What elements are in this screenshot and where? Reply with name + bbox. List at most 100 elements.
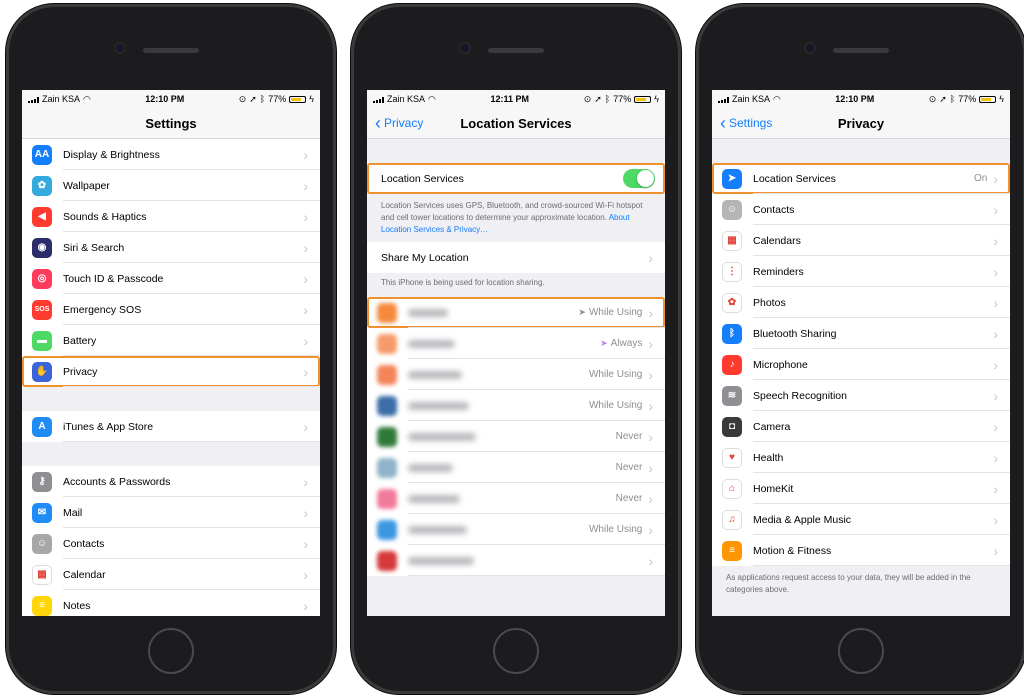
app-location-row[interactable]: ➤ Always › bbox=[367, 328, 665, 359]
row-speech-recognition[interactable]: ≋ Speech Recognition › bbox=[712, 380, 1010, 411]
privacy-footer: As applications request access to your d… bbox=[726, 573, 971, 594]
row-microphone[interactable]: ♪ Microphone › bbox=[712, 349, 1010, 380]
group-gap bbox=[22, 387, 320, 411]
battery-percent: 77% bbox=[613, 94, 632, 104]
clock: 12:11 PM bbox=[490, 94, 530, 104]
row-bluetooth-sharing[interactable]: ᛒ Bluetooth Sharing › bbox=[712, 318, 1010, 349]
app-location-row[interactable]: While Using › bbox=[367, 390, 665, 421]
row-photos[interactable]: ✿ Photos › bbox=[712, 287, 1010, 318]
sound-icon: ◀ bbox=[32, 206, 52, 227]
row-calendars[interactable]: ▦ Calendars › bbox=[712, 225, 1010, 256]
front-camera bbox=[461, 44, 469, 52]
app-icon bbox=[377, 457, 397, 478]
row-accounts-and-passwords[interactable]: ⚷ Accounts & Passwords › bbox=[22, 466, 320, 497]
row-privacy[interactable]: ✋ Privacy › bbox=[22, 356, 320, 387]
row-battery[interactable]: ▬ Battery › bbox=[22, 325, 320, 356]
app-location-row[interactable]: While Using › bbox=[367, 359, 665, 390]
status-bar: Zain KSA ◠ 12:10 PM ⊙ ➚ ᛒ 77% ϟ bbox=[712, 90, 1010, 108]
hand-icon: ✋ bbox=[32, 361, 52, 382]
app-name-blurred bbox=[408, 432, 476, 441]
row-label: Calendars bbox=[753, 234, 801, 247]
page-title: Settings bbox=[145, 115, 197, 131]
back-label: Privacy bbox=[384, 116, 424, 130]
home-button[interactable] bbox=[148, 628, 194, 674]
row-separator bbox=[63, 386, 320, 387]
app-location-row[interactable]: › bbox=[367, 545, 665, 576]
row-reminders[interactable]: ⋮ Reminders › bbox=[712, 256, 1010, 287]
row-homekit[interactable]: ⌂ HomeKit › bbox=[712, 473, 1010, 504]
row-label: Reminders bbox=[753, 265, 804, 278]
front-camera bbox=[116, 44, 124, 52]
row-touch-id-and-passcode[interactable]: ◎ Touch ID & Passcode › bbox=[22, 263, 320, 294]
row-media-and-apple-music[interactable]: ♫ Media & Apple Music › bbox=[712, 504, 1010, 535]
row-health[interactable]: ♥ Health › bbox=[712, 442, 1010, 473]
app-location-row[interactable]: Never › bbox=[367, 452, 665, 483]
microphone-icon: ♪ bbox=[722, 354, 742, 375]
row-calendar[interactable]: ▦ Calendar › bbox=[22, 559, 320, 590]
home-button[interactable] bbox=[838, 628, 884, 674]
chevron-right-icon: › bbox=[993, 418, 998, 435]
app-location-row[interactable]: ➤ While Using › bbox=[367, 297, 665, 328]
signal-icon bbox=[718, 96, 729, 103]
privacy-screen: Zain KSA ◠ 12:10 PM ⊙ ➚ ᛒ 77% ϟ ‹ Settings Pri… bbox=[712, 90, 1010, 616]
home-icon: ⌂ bbox=[722, 478, 742, 499]
row-notes[interactable]: ≡ Notes › bbox=[22, 590, 320, 616]
chevron-right-icon: › bbox=[993, 511, 998, 528]
wifi-icon: ◠ bbox=[83, 93, 91, 104]
nav-bar: ‹ Privacy Location Services bbox=[367, 108, 665, 139]
row-emergency-sos[interactable]: SOS Emergency SOS › bbox=[22, 294, 320, 325]
row-motion-and-fitness[interactable]: ≡ Motion & Fitness › bbox=[712, 535, 1010, 566]
app-name-blurred bbox=[408, 308, 448, 317]
row-label: Siri & Search bbox=[63, 241, 125, 254]
app-icon bbox=[377, 364, 397, 385]
home-button[interactable] bbox=[493, 628, 539, 674]
bluetooth-icon: ᛒ bbox=[949, 94, 956, 104]
permission-value: Never bbox=[615, 493, 643, 504]
chevron-right-icon: › bbox=[648, 397, 653, 414]
calendar-icon: ▦ bbox=[722, 230, 742, 251]
location-services-switch[interactable] bbox=[623, 169, 655, 188]
back-button[interactable]: ‹ Settings bbox=[720, 108, 772, 138]
location-arrow-icon: ➚ bbox=[939, 93, 947, 104]
signal-icon bbox=[28, 96, 39, 103]
chevron-right-icon: › bbox=[303, 418, 308, 435]
row-camera[interactable]: ◘ Camera › bbox=[712, 411, 1010, 442]
chevron-left-icon: ‹ bbox=[720, 113, 726, 133]
row-location-services[interactable]: ➤ Location Services On › bbox=[712, 163, 1010, 194]
calendar-icon: ▦ bbox=[32, 564, 52, 585]
chevron-right-icon: › bbox=[648, 249, 653, 266]
row-wallpaper[interactable]: ✿ Wallpaper › bbox=[22, 170, 320, 201]
row-itunes-and-app-store[interactable]: AiTunes & App Store › bbox=[22, 411, 320, 442]
location-arrow-icon: ➚ bbox=[594, 93, 602, 104]
row-contacts[interactable]: ☺ Contacts › bbox=[712, 194, 1010, 225]
row-display-and-brightness[interactable]: AA Display & Brightness › bbox=[22, 139, 320, 170]
row-separator bbox=[753, 565, 1010, 566]
row-siri-and-search[interactable]: ◉ Siri & Search › bbox=[22, 232, 320, 263]
chevron-right-icon: › bbox=[648, 304, 653, 321]
row-label: Microphone bbox=[753, 358, 808, 371]
share-my-location-row[interactable]: Share My Location › bbox=[367, 242, 665, 273]
app-location-row[interactable]: Never › bbox=[367, 483, 665, 514]
settings-group-accounts: ⚷ Accounts & Passwords › ✉ Mail › ☺ Contacts › ▦ C… bbox=[22, 466, 320, 616]
orientation-lock-icon: ⊙ bbox=[583, 93, 592, 104]
key-icon: ⚷ bbox=[32, 471, 52, 492]
fingerprint-icon: ◎ bbox=[32, 268, 52, 289]
row-mail[interactable]: ✉ Mail › bbox=[22, 497, 320, 528]
chevron-right-icon: › bbox=[993, 387, 998, 404]
app-location-row[interactable]: While Using › bbox=[367, 514, 665, 545]
app-icon bbox=[377, 519, 397, 540]
row-label: Speech Recognition bbox=[753, 389, 847, 402]
chevron-right-icon: › bbox=[993, 480, 998, 497]
back-button[interactable]: ‹ Privacy bbox=[375, 108, 423, 138]
row-sounds-and-haptics[interactable]: ◀ Sounds & Haptics › bbox=[22, 201, 320, 232]
location-services-toggle-row[interactable]: Location Services bbox=[367, 163, 665, 194]
app-location-row[interactable]: Never › bbox=[367, 421, 665, 452]
row-contacts[interactable]: ☺ Contacts › bbox=[22, 528, 320, 559]
battery-icon bbox=[289, 95, 307, 103]
chevron-right-icon: › bbox=[993, 263, 998, 280]
app-name-blurred bbox=[408, 370, 462, 379]
chevron-right-icon: › bbox=[303, 270, 308, 287]
row-label: Health bbox=[753, 451, 784, 464]
settings-screen: Zain KSA ◠ 12:10 PM ⊙ ➚ ᛒ 77% ϟ Settings AA Di… bbox=[22, 90, 320, 616]
carrier: Zain KSA bbox=[387, 94, 426, 104]
